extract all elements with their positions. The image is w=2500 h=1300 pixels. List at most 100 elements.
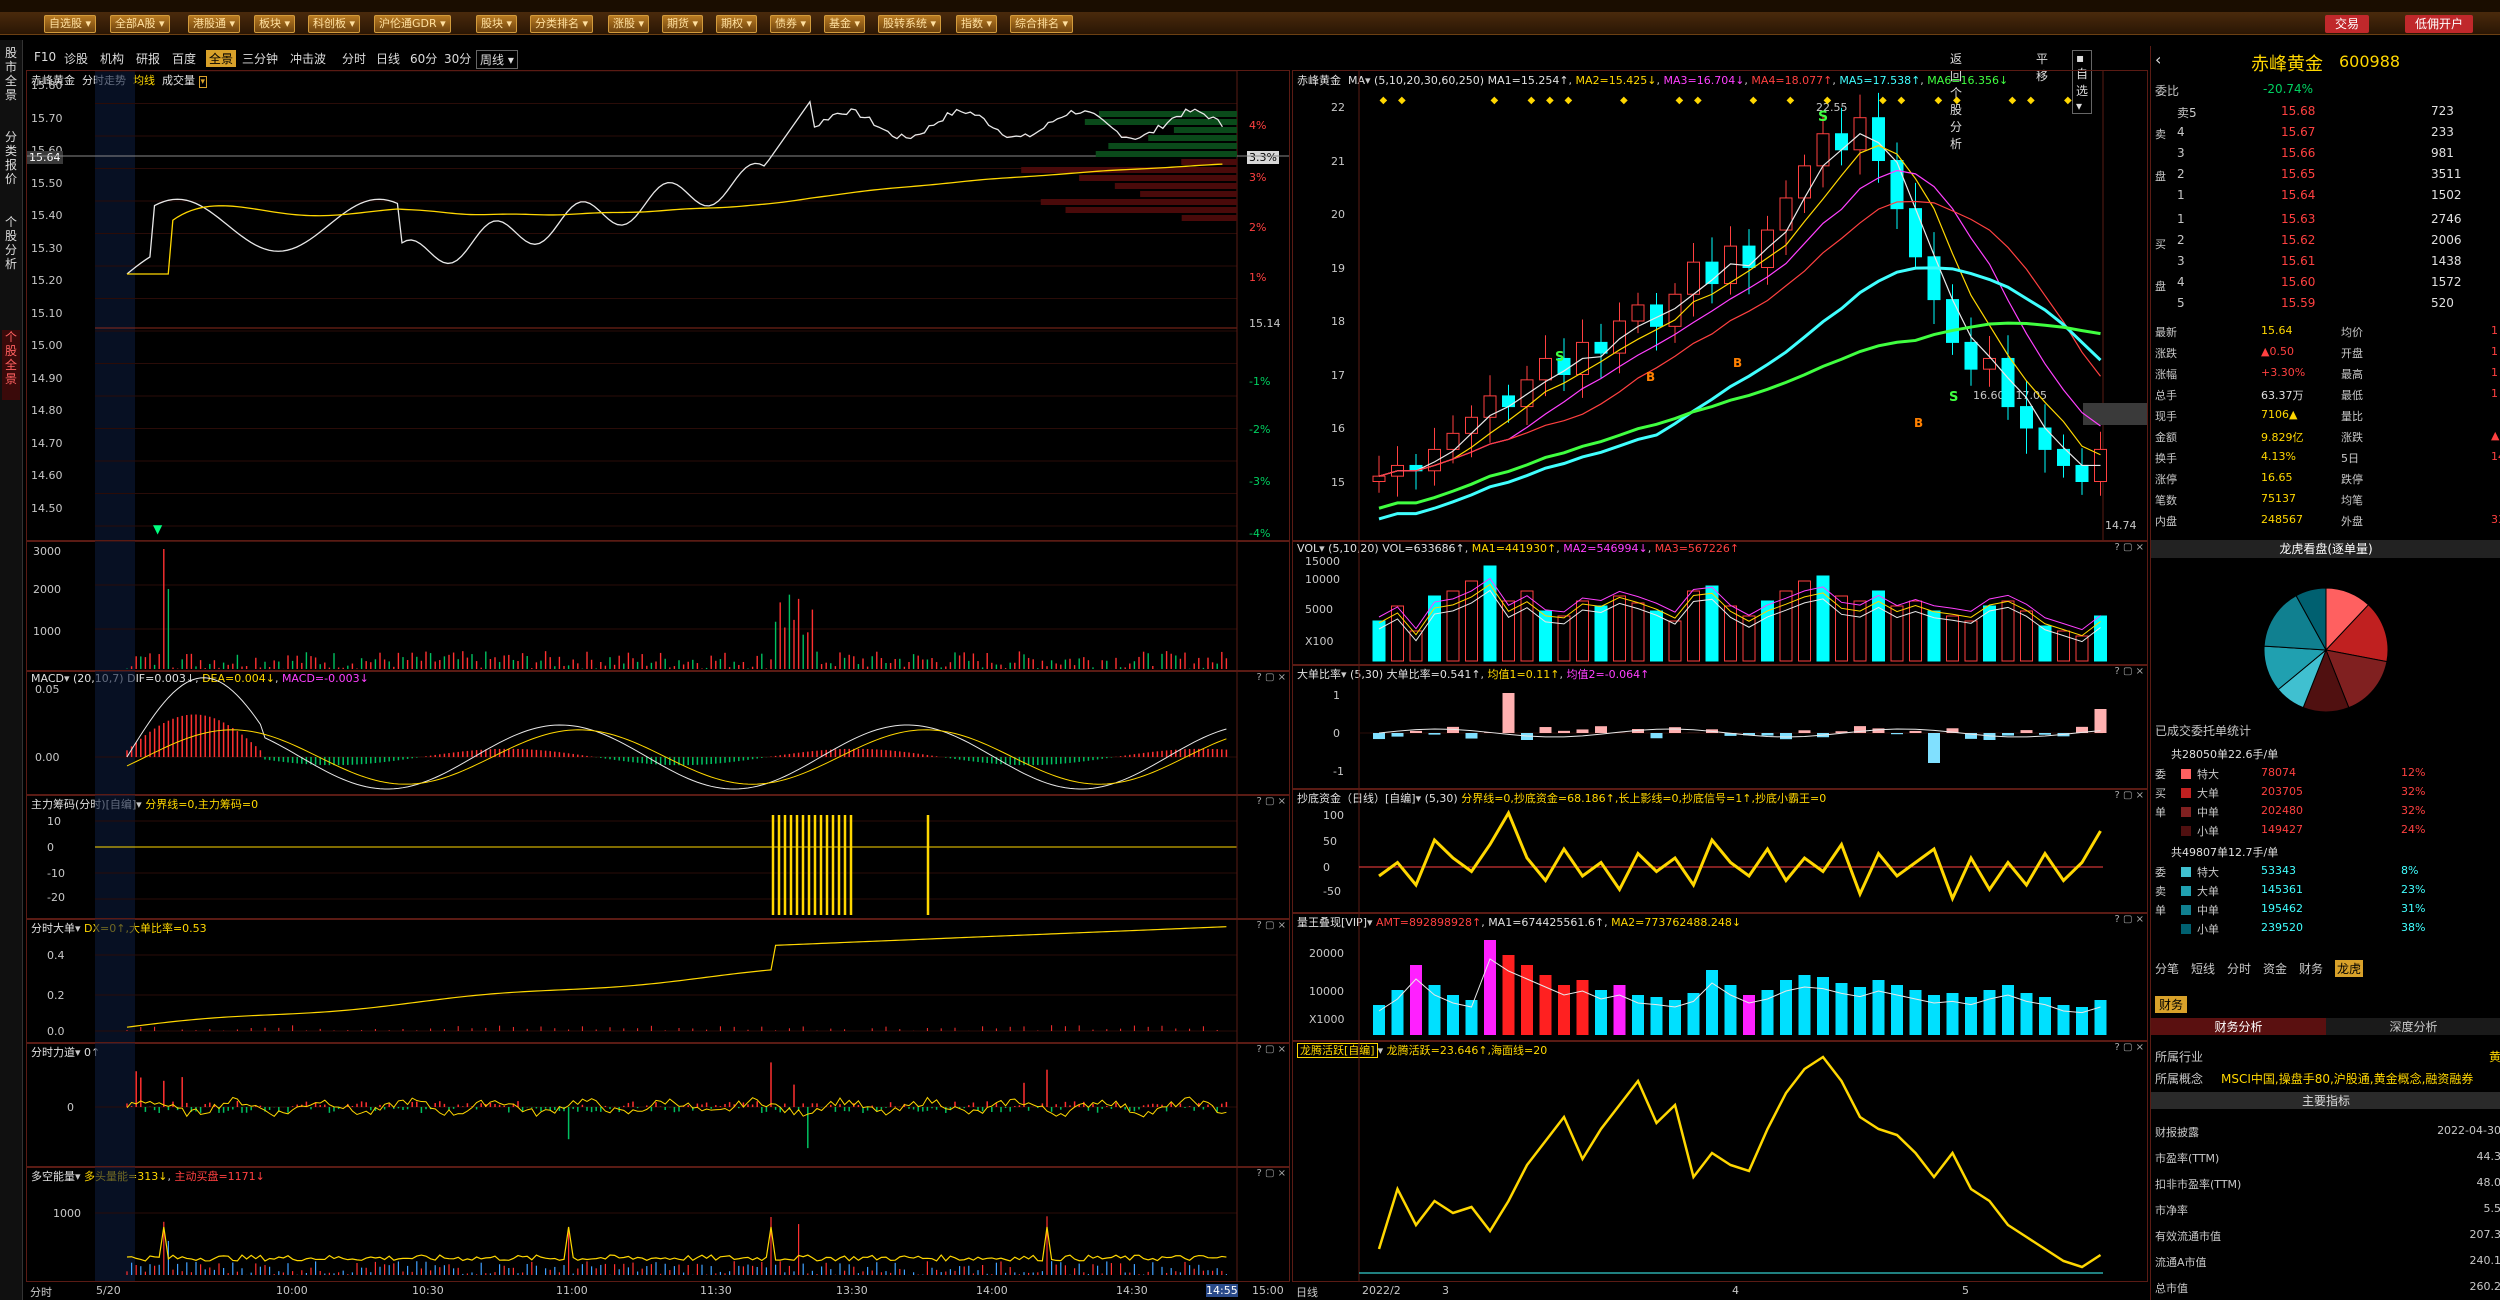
menu-item[interactable]: 指数 ▾	[956, 15, 998, 33]
depth-bar	[1173, 127, 1237, 133]
book-price: 15.61	[2281, 254, 2316, 268]
menu-item[interactable]: 全部A股 ▾	[110, 15, 170, 33]
daily-kline-chart[interactable]: ◆ ◆ ◆ ◆ ◆ ◆ ◆ ◆ ◆ ◆ ◆ ◆ ◆ ◆ ◆ ◆ ◆ ◆ ◆ S S S B B B	[1293, 71, 2147, 541]
stat-key: 涨停	[2155, 473, 2177, 486]
ma-line	[1378, 144, 2101, 477]
fin-value: 240.1	[2469, 1254, 2500, 1267]
menu-item[interactable]: 基金 ▾	[824, 15, 866, 33]
impact-wave-tab[interactable]: 冲击波	[290, 50, 326, 67]
finance-tab[interactable]: 财务	[2155, 996, 2188, 1013]
tab-stock-analysis[interactable]: 个股分析	[2, 215, 20, 275]
menu-item[interactable]: 债券 ▾	[770, 15, 812, 33]
institution-tab[interactable]: 机构	[100, 50, 124, 67]
f10-tab[interactable]: F10	[34, 50, 56, 64]
quote-tab[interactable]: 龙虎	[2335, 960, 2364, 977]
time-tick: 13:30	[836, 1284, 868, 1297]
dragon-active-chart[interactable]	[1293, 1041, 2147, 1281]
candle-body	[1594, 341, 1608, 354]
tab-category-quote[interactable]: 分类报价	[2, 130, 20, 190]
three-minute-tab[interactable]: 三分钟	[242, 50, 278, 67]
ratio-bar	[1576, 729, 1589, 733]
period-select[interactable]: 周线 ▾	[476, 50, 518, 69]
candle-body	[1631, 304, 1645, 322]
amount-bar	[2002, 985, 2014, 1035]
menu-item[interactable]: 板块 ▾	[254, 15, 296, 33]
buy-signal-b: B	[1733, 356, 1742, 370]
menu-item[interactable]: 自选股 ▾	[44, 15, 97, 33]
daily-footer[interactable]: 日线	[1296, 1284, 1318, 1300]
intraday-volume-chart[interactable]	[27, 541, 1289, 671]
intraday-price-chart[interactable]: ▼	[27, 71, 1289, 541]
menu-item[interactable]: 涨股 ▾	[608, 15, 650, 33]
deep-analysis-tab[interactable]: 深度分析	[2326, 1018, 2500, 1035]
stat-key: 金额	[2155, 431, 2177, 444]
quote-tab[interactable]: 短线	[2191, 960, 2215, 977]
quote-tab[interactable]: 分时	[2227, 960, 2251, 977]
daily-tab[interactable]: 日线	[376, 50, 400, 67]
menu-item[interactable]: 期权 ▾	[716, 15, 758, 33]
menu-item[interactable]: 综合排名 ▾	[1010, 15, 1074, 33]
research-tab[interactable]: 研报	[136, 50, 160, 67]
volume-bar	[1761, 600, 1774, 662]
quote-tab[interactable]: 资金	[2263, 960, 2287, 977]
tab-market-overview[interactable]: 股市全景	[2, 46, 20, 106]
stat-value2: 1	[2491, 366, 2498, 379]
menu-item[interactable]: 股块 ▾	[476, 15, 518, 33]
stat-value: ▲0.50	[2261, 345, 2294, 358]
intraday-footer[interactable]: 分时	[30, 1284, 52, 1300]
intraday-time-axis: 分时 5/20 10:00 10:30 11:00 11:30 13:30 14:00 14:…	[26, 1282, 1288, 1300]
menu-item[interactable]: 沪伦通GDR ▾	[374, 15, 451, 33]
menu-item[interactable]: 股转系统 ▾	[878, 15, 942, 33]
diagnose-tab[interactable]: 诊股	[64, 50, 88, 67]
candle-body	[2020, 406, 2033, 429]
energy-chart[interactable]	[27, 1167, 1289, 1281]
vol-king-chart[interactable]	[1293, 913, 2147, 1041]
big-order-chart[interactable]	[27, 919, 1289, 1043]
legend-swatch	[2181, 769, 2191, 779]
amount-bar	[1780, 980, 1792, 1035]
stat-value2: 14.	[2491, 450, 2500, 463]
amount-bar	[1391, 990, 1404, 1035]
sell-total: 共49807单12.7手/单	[2171, 846, 2279, 859]
30min-tab[interactable]: 30分	[444, 50, 471, 67]
finance-analysis-tab[interactable]: 财务分析	[2151, 1018, 2326, 1035]
60min-tab[interactable]: 60分	[410, 50, 437, 67]
stat-value2: 33	[2491, 513, 2500, 526]
menu-item[interactable]: 分类排名 ▾	[530, 15, 594, 33]
big-order-panel: 分时大单▾ DX=0↑,大单比率=0.53 ? ▢ × 0.4 0.2 0.0	[26, 918, 1290, 1044]
bottom-fund-panel: 抄底资金（日线）[自编]▾ (5,30) 分界线=0,抄底资金=68.186↑,…	[1292, 788, 2148, 914]
menu-item[interactable]: 港股通 ▾	[188, 15, 241, 33]
stat-key: 总手	[2155, 389, 2177, 402]
sell-row-pct: 31%	[2401, 902, 2426, 915]
sell-row-key: 中单	[2197, 904, 2219, 917]
tab-stock-panorama[interactable]: 个股全景	[2, 330, 20, 400]
menu-item[interactable]: 期货 ▾	[662, 15, 704, 33]
book-price: 15.65	[2281, 167, 2316, 181]
open-account-button[interactable]: 低佣开户	[2405, 15, 2474, 33]
force-chart[interactable]	[27, 1043, 1289, 1167]
pie-title: 龙虎看盘(逐单量)	[2151, 540, 2500, 558]
signal-diamond: ◆	[1953, 95, 1961, 106]
menu-item[interactable]: 科创板 ▾	[308, 15, 361, 33]
quote-tab[interactable]: 财务	[2299, 960, 2323, 977]
macd-chart[interactable]	[27, 671, 1289, 795]
signal-diamond: ◆	[1491, 95, 1499, 106]
stat-value: 63.37万	[2261, 389, 2304, 402]
back-arrow-icon[interactable]: ‹	[2155, 50, 2161, 69]
trade-button[interactable]: 交易	[2325, 15, 2370, 33]
daily-ratio-chart[interactable]	[1293, 665, 2147, 789]
sell-row-value: 195462	[2261, 902, 2303, 915]
baidu-tab[interactable]: 百度	[172, 50, 196, 67]
quote-tab[interactable]: 分笔	[2155, 960, 2179, 977]
sell-row-value: 53343	[2261, 864, 2296, 877]
main-chip-chart[interactable]	[27, 795, 1289, 919]
bottom-fund-chart[interactable]	[1293, 789, 2147, 913]
panorama-tab[interactable]: 全景	[206, 50, 237, 67]
amount-bar	[1576, 980, 1589, 1035]
energy-panel: 多空能量▾ 多头量能=313↓, 主动买盘=1171↓ ? ▢ × 1000	[26, 1166, 1290, 1282]
daily-volume-chart[interactable]	[1293, 541, 2147, 665]
main-index-header: 主要指标	[2151, 1092, 2500, 1109]
depth-bar	[1140, 191, 1237, 197]
intraday-tab[interactable]: 分时	[342, 50, 366, 67]
amount-bar	[1539, 975, 1552, 1035]
